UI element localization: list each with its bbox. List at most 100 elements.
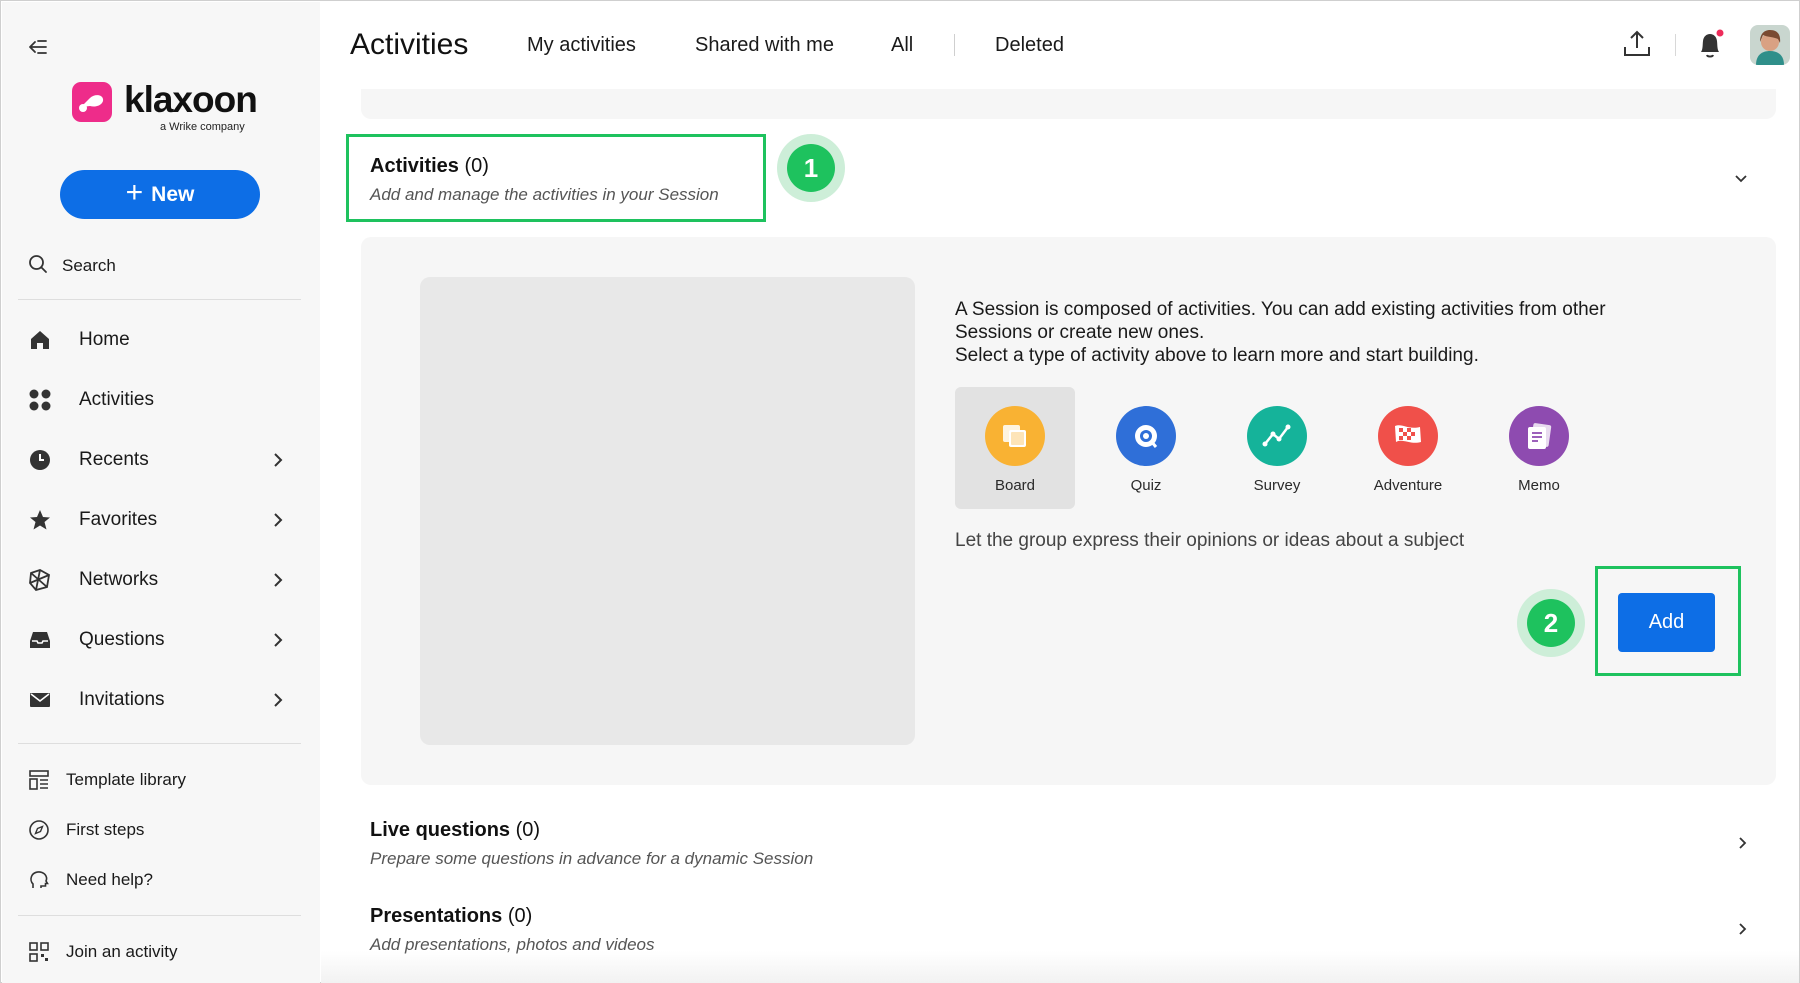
step-badge-2: 2 xyxy=(1517,589,1585,657)
sidebar-link-first-steps[interactable]: First steps xyxy=(28,816,144,844)
activities-section-title: Activities (0) xyxy=(370,155,763,178)
klaxoon-logo: klaxoon a Wrike company xyxy=(72,79,258,138)
activity-type-picker: Board Quiz Survey Adventure Memo xyxy=(955,387,1605,509)
sidebar-item-label: Questions xyxy=(79,629,165,650)
sidebar-item-favorites[interactable]: Favorites xyxy=(26,500,294,540)
tab-all[interactable]: All xyxy=(891,34,913,57)
sidebar-item-label: Activities xyxy=(79,389,154,410)
sidebar-item-home[interactable]: Home xyxy=(26,320,294,360)
activity-type-label: Adventure xyxy=(1373,477,1443,494)
grid-dots-icon xyxy=(26,386,54,414)
notification-bell-icon[interactable] xyxy=(1695,29,1725,66)
activity-type-label: Quiz xyxy=(1130,477,1162,494)
template-icon xyxy=(28,769,50,791)
sidebar-divider xyxy=(18,299,301,300)
activity-type-description: Let the group express their opinions or … xyxy=(955,530,1465,551)
activity-type-label: Board xyxy=(994,477,1036,494)
activities-section-title-text: Activities xyxy=(370,155,459,177)
chevron-right-icon xyxy=(268,689,288,717)
activity-type-board[interactable]: Board xyxy=(955,387,1075,509)
activity-type-survey[interactable]: Survey xyxy=(1217,387,1337,509)
activities-section-subtitle: Add and manage the activities in your Se… xyxy=(370,185,719,204)
quiz-icon xyxy=(1116,406,1176,466)
logo-tagline: a Wrike company xyxy=(160,121,245,133)
sidebar-link-join-activity[interactable]: Join an activity xyxy=(28,938,178,966)
activities-section-header[interactable]: Activities (0) Add and manage the activi… xyxy=(346,134,766,222)
tab-deleted[interactable]: Deleted xyxy=(995,34,1064,57)
sidebar-divider xyxy=(18,915,301,916)
user-avatar[interactable] xyxy=(1750,25,1790,65)
sidebar-divider xyxy=(18,743,301,744)
home-icon xyxy=(26,326,54,354)
activity-type-quiz[interactable]: Quiz xyxy=(1086,387,1206,509)
sidebar-item-recents[interactable]: Recents xyxy=(26,440,294,480)
add-activity-button[interactable]: Add xyxy=(1618,593,1715,652)
chevron-right-icon[interactable] xyxy=(1735,921,1751,942)
help-head-icon xyxy=(28,869,50,891)
tab-my-activities[interactable]: My activities xyxy=(527,34,636,57)
tab-shared-with-me[interactable]: Shared with me xyxy=(695,34,834,57)
step-badge-number: 2 xyxy=(1527,599,1575,647)
live-questions-subtitle: Prepare some questions in advance for a … xyxy=(370,849,814,868)
network-icon xyxy=(26,566,54,594)
board-icon xyxy=(985,406,1045,466)
activity-type-label: Memo xyxy=(1518,477,1560,494)
sidebar-item-label: Networks xyxy=(79,569,159,590)
step-badge-number: 1 xyxy=(787,144,835,192)
previous-section-strip xyxy=(361,89,1776,119)
qr-code-icon xyxy=(28,941,50,963)
export-icon[interactable] xyxy=(1622,29,1652,64)
sidebar-item-label: Favorites xyxy=(79,509,158,530)
sidebar-link-label: Join an activity xyxy=(66,942,178,961)
new-button-label: New xyxy=(151,182,195,206)
section-title-text: Live questions xyxy=(370,819,511,841)
activity-type-adventure[interactable]: Adventure xyxy=(1348,387,1468,509)
sidebar-link-label: First steps xyxy=(66,820,145,839)
sidebar-item-label: Invitations xyxy=(79,689,165,710)
step-badge-1: 1 xyxy=(777,134,845,202)
header-separator xyxy=(1675,34,1676,56)
logo-wordmark: klaxoon xyxy=(124,79,258,120)
sidebar-item-label: Home xyxy=(79,329,130,350)
star-icon xyxy=(26,506,54,534)
sidebar-item-questions[interactable]: Questions xyxy=(26,620,294,660)
sidebar-link-need-help[interactable]: Need help? xyxy=(28,866,153,894)
description-line: Sessions or create new ones. xyxy=(955,322,1205,343)
presentations-title[interactable]: Presentations (0) xyxy=(370,905,532,928)
activity-type-memo[interactable]: Memo xyxy=(1479,387,1599,509)
app-window: klaxoon a Wrike company + New Search Hom… xyxy=(0,0,1800,983)
activity-preview-image xyxy=(420,277,915,745)
sidebar-link-template-library[interactable]: Template library xyxy=(28,766,186,794)
scroll-fade xyxy=(321,951,1799,983)
section-title-text: Presentations xyxy=(370,905,503,927)
sidebar-item-networks[interactable]: Networks xyxy=(26,560,294,600)
section-count: (0) xyxy=(515,819,541,841)
chevron-down-icon[interactable] xyxy=(1733,171,1749,192)
chevron-right-icon[interactable] xyxy=(1735,835,1751,856)
envelope-icon xyxy=(26,686,54,714)
sidebar-link-label: Template library xyxy=(66,770,186,789)
new-button[interactable]: + New xyxy=(60,170,260,219)
tab-separator xyxy=(954,34,955,56)
clock-icon xyxy=(26,446,54,474)
session-description: A Session is composed of activities. You… xyxy=(955,298,1715,367)
activities-count: (0) xyxy=(464,155,489,177)
sidebar-link-label: Need help? xyxy=(66,870,153,889)
chevron-right-icon xyxy=(268,509,288,537)
sidebar: klaxoon a Wrike company + New Search Hom… xyxy=(2,2,320,983)
chevron-right-icon xyxy=(268,449,288,477)
search-label: Search xyxy=(62,256,116,275)
chevron-right-icon xyxy=(268,629,288,657)
chevron-right-icon xyxy=(268,569,288,597)
collapse-sidebar-icon[interactable] xyxy=(26,36,50,58)
activity-type-label: Survey xyxy=(1253,477,1301,494)
description-line: Select a type of activity above to learn… xyxy=(955,345,1479,366)
sidebar-item-label: Recents xyxy=(79,449,149,470)
sidebar-item-invitations[interactable]: Invitations xyxy=(26,680,294,720)
sidebar-item-activities[interactable]: Activities xyxy=(26,380,294,420)
survey-icon xyxy=(1247,406,1307,466)
live-questions-title[interactable]: Live questions (0) xyxy=(370,819,540,842)
sidebar-search[interactable]: Search xyxy=(28,251,116,281)
compass-icon xyxy=(28,819,50,841)
description-line: A Session is composed of activities. You… xyxy=(955,299,1606,320)
